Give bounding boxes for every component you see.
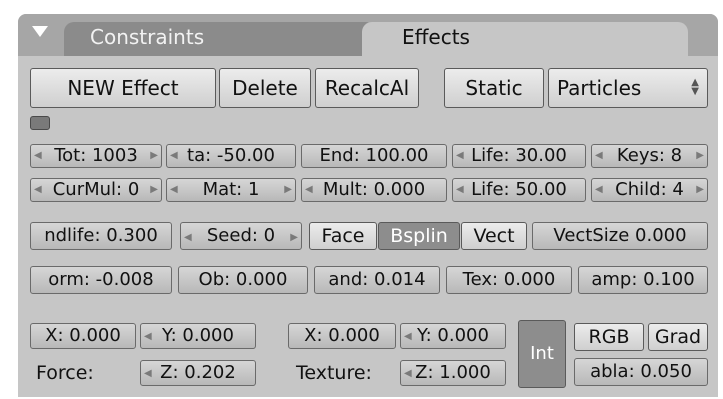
end-field[interactable]: End: 100.00: [301, 144, 447, 168]
life-field[interactable]: ◀ Life: 30.00: [452, 144, 586, 168]
keys-field[interactable]: ◀ Keys: 8 ▶: [591, 144, 708, 168]
increase-arrow-icon[interactable]: ▶: [284, 179, 292, 201]
bspline-toggle[interactable]: Bsplin: [378, 222, 460, 250]
ob-field[interactable]: Ob: 0.000: [178, 266, 308, 294]
collapse-triangle-icon[interactable]: [32, 26, 48, 37]
decrease-arrow-icon[interactable]: ◀: [595, 145, 603, 167]
face-toggle[interactable]: Face: [309, 222, 377, 250]
damp-field[interactable]: amp: 0.100: [578, 266, 708, 294]
curmul-field[interactable]: ◀ CurMul: 0 ▶: [30, 178, 162, 202]
force-label: Force:: [36, 362, 94, 384]
increase-arrow-icon[interactable]: ▶: [290, 225, 298, 249]
force-z-field[interactable]: ◀ Z: 0.202: [140, 360, 256, 386]
tot-field[interactable]: ◀ Tot: 1003 ▶: [30, 144, 162, 168]
child-life-field[interactable]: ◀ Life: 50.00: [452, 178, 586, 202]
decrease-arrow-icon[interactable]: ◀: [34, 145, 42, 167]
decrease-arrow-icon[interactable]: ◀: [305, 179, 313, 201]
static-toggle[interactable]: Static: [444, 68, 544, 108]
int-toggle[interactable]: Int: [518, 320, 566, 388]
texture-y-field[interactable]: ◀ Y: 0.000: [400, 323, 506, 349]
decrease-arrow-icon[interactable]: ◀: [144, 362, 152, 385]
increase-arrow-icon[interactable]: ▶: [696, 145, 704, 167]
decrease-arrow-icon[interactable]: ◀: [144, 325, 152, 348]
decrease-arrow-icon[interactable]: ◀: [184, 225, 192, 249]
child-field[interactable]: ◀ Child: 4 ▶: [591, 178, 708, 202]
decrease-arrow-icon[interactable]: ◀: [404, 362, 412, 385]
randlife-field[interactable]: ndlife: 0.300: [30, 222, 172, 250]
increase-arrow-icon[interactable]: ▶: [150, 145, 158, 167]
effect-type-select[interactable]: Particles ▲ ▼: [548, 68, 708, 108]
mat-field[interactable]: ◀ Mat: 1 ▶: [166, 178, 296, 202]
decrease-arrow-icon[interactable]: ◀: [595, 179, 603, 201]
texture-label: Texture:: [296, 362, 372, 384]
seed-field[interactable]: ◀ Seed: 0 ▶: [180, 222, 302, 250]
force-y-field[interactable]: ◀ Y: 0.000: [140, 323, 256, 349]
new-effect-button[interactable]: NEW Effect: [30, 68, 216, 108]
decrease-arrow-icon[interactable]: ◀: [456, 145, 464, 167]
start-field[interactable]: ◀ ta: -50.00: [166, 144, 296, 168]
increase-arrow-icon[interactable]: ▶: [150, 179, 158, 201]
force-x-field[interactable]: X: 0.000: [30, 323, 136, 349]
effect-type-value: Particles: [557, 76, 642, 100]
color-swatch[interactable]: [30, 116, 50, 130]
grad-toggle[interactable]: Grad: [648, 323, 708, 351]
mult-field[interactable]: ◀ Mult: 0.000: [301, 178, 447, 202]
normal-field[interactable]: orm: -0.008: [30, 266, 172, 294]
tex-field[interactable]: Tex: 0.000: [446, 266, 572, 294]
texture-z-field[interactable]: ◀ Z: 1.000: [400, 360, 506, 386]
decrease-arrow-icon[interactable]: ◀: [170, 179, 178, 201]
delete-button[interactable]: Delete: [219, 68, 311, 108]
vectsize-field[interactable]: VectSize 0.000: [532, 222, 708, 250]
decrease-arrow-icon[interactable]: ◀: [456, 179, 464, 201]
decrease-arrow-icon[interactable]: ◀: [34, 179, 42, 201]
tab-effects[interactable]: Effects: [362, 22, 688, 56]
texture-x-field[interactable]: X: 0.000: [288, 323, 396, 349]
decrease-arrow-icon[interactable]: ◀: [170, 145, 178, 167]
updown-arrows-icon: ▲ ▼: [691, 77, 699, 97]
rgb-toggle[interactable]: RGB: [574, 323, 644, 351]
recalc-all-button[interactable]: RecalcAl: [315, 68, 419, 108]
decrease-arrow-icon[interactable]: ◀: [404, 325, 412, 348]
vect-toggle[interactable]: Vect: [461, 222, 527, 250]
increase-arrow-icon[interactable]: ▶: [696, 179, 704, 201]
tab-constraints[interactable]: Constraints: [64, 22, 376, 56]
random-field[interactable]: and: 0.014: [314, 266, 440, 294]
nabla-field[interactable]: abla: 0.050: [574, 358, 708, 386]
